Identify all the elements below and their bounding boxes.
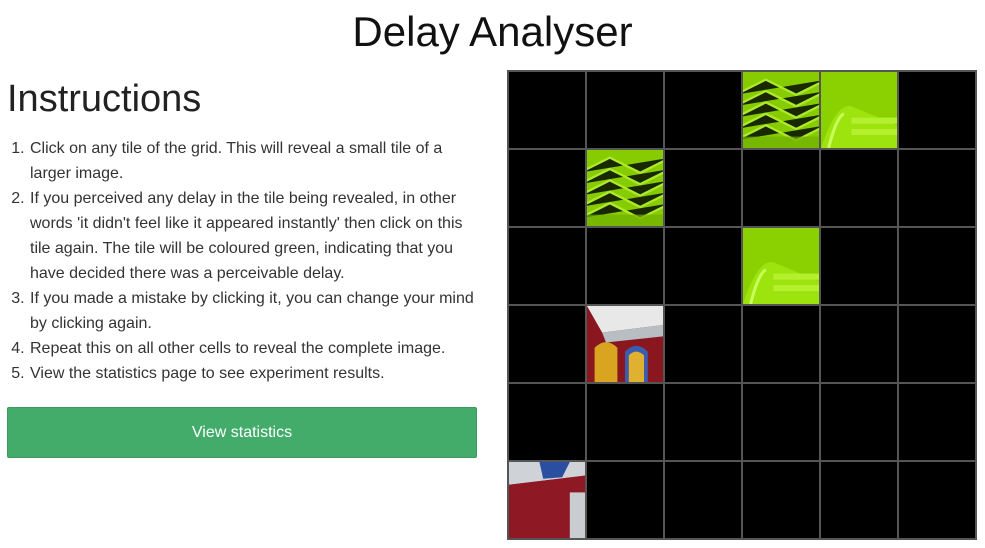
grid-tile-r5-c3[interactable] bbox=[665, 384, 741, 460]
instruction-step: View the statistics page to see experime… bbox=[29, 361, 477, 386]
instructions-list: Click on any tile of the grid. This will… bbox=[7, 136, 477, 386]
grid-tile-r2-c1[interactable] bbox=[509, 150, 585, 226]
tile-grid bbox=[507, 70, 977, 540]
grid-tile-r2-c2[interactable] bbox=[587, 150, 663, 226]
grid-tile-r3-c3[interactable] bbox=[665, 228, 741, 304]
instruction-step: Repeat this on all other cells to reveal… bbox=[29, 336, 477, 361]
grid-tile-r2-c4[interactable] bbox=[743, 150, 819, 226]
grid-tile-r5-c6[interactable] bbox=[899, 384, 975, 460]
grid-tile-r2-c6[interactable] bbox=[899, 150, 975, 226]
grid-tile-r4-c5[interactable] bbox=[821, 306, 897, 382]
view-statistics-button[interactable]: View statistics bbox=[7, 407, 477, 458]
grid-tile-r3-c5[interactable] bbox=[821, 228, 897, 304]
grid-tile-r1-c6[interactable] bbox=[899, 72, 975, 148]
grid-tile-r4-c3[interactable] bbox=[665, 306, 741, 382]
instruction-step: If you made a mistake by clicking it, yo… bbox=[29, 286, 477, 336]
grid-tile-r1-c4[interactable] bbox=[743, 72, 819, 148]
grid-tile-r1-c3[interactable] bbox=[665, 72, 741, 148]
delay-marked-image-fragment bbox=[743, 228, 819, 304]
grid-tile-r5-c1[interactable] bbox=[509, 384, 585, 460]
image-fragment bbox=[509, 462, 585, 538]
instruction-step: Click on any tile of the grid. This will… bbox=[29, 136, 477, 186]
grid-tile-r6-c1[interactable] bbox=[509, 462, 585, 538]
grid-tile-r5-c4[interactable] bbox=[743, 384, 819, 460]
instructions-heading: Instructions bbox=[7, 78, 202, 120]
grid-tile-r6-c3[interactable] bbox=[665, 462, 741, 538]
grid-tile-r6-c2[interactable] bbox=[587, 462, 663, 538]
grid-tile-r5-c5[interactable] bbox=[821, 384, 897, 460]
grid-tile-r3-c2[interactable] bbox=[587, 228, 663, 304]
instruction-step: If you perceived any delay in the tile b… bbox=[29, 186, 477, 286]
grid-tile-r4-c1[interactable] bbox=[509, 306, 585, 382]
instructions-panel: Instructions Click on any tile of the gr… bbox=[7, 72, 477, 458]
delay-marked-image-fragment bbox=[743, 72, 819, 148]
grid-tile-r6-c4[interactable] bbox=[743, 462, 819, 538]
grid-tile-r2-c5[interactable] bbox=[821, 150, 897, 226]
delay-marked-image-fragment bbox=[821, 72, 897, 148]
grid-tile-r2-c3[interactable] bbox=[665, 150, 741, 226]
grid-tile-r4-c4[interactable] bbox=[743, 306, 819, 382]
grid-tile-r1-c5[interactable] bbox=[821, 72, 897, 148]
grid-tile-r6-c5[interactable] bbox=[821, 462, 897, 538]
delay-marked-image-fragment bbox=[587, 150, 663, 226]
image-fragment bbox=[587, 306, 663, 382]
grid-tile-r6-c6[interactable] bbox=[899, 462, 975, 538]
page-title: Delay Analyser bbox=[352, 8, 633, 55]
grid-tile-r3-c4[interactable] bbox=[743, 228, 819, 304]
grid-tile-r3-c1[interactable] bbox=[509, 228, 585, 304]
grid-tile-r4-c6[interactable] bbox=[899, 306, 975, 382]
grid-tile-r5-c2[interactable] bbox=[587, 384, 663, 460]
grid-tile-r4-c2[interactable] bbox=[587, 306, 663, 382]
grid-tile-r1-c2[interactable] bbox=[587, 72, 663, 148]
grid-tile-r1-c1[interactable] bbox=[509, 72, 585, 148]
grid-tile-r3-c6[interactable] bbox=[899, 228, 975, 304]
